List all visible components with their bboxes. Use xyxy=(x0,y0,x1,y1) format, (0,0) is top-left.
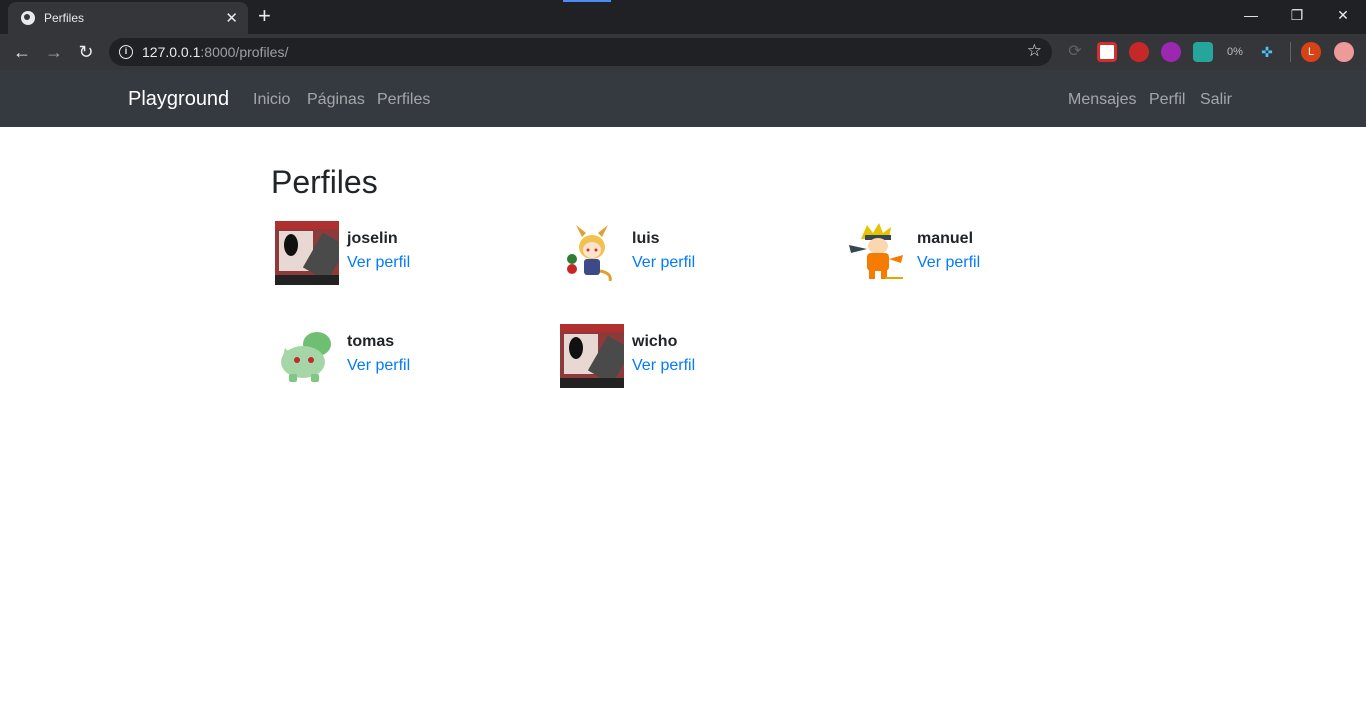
reload-button[interactable]: ↻ xyxy=(74,41,98,63)
profile-card: wicho Ver perfil xyxy=(560,324,820,388)
bookmark-star-icon[interactable]: ☆ xyxy=(1027,41,1042,61)
address-bar[interactable]: i 127.0.0.1:8000/profiles/ ☆ xyxy=(109,38,1052,66)
new-tab-button[interactable]: + xyxy=(258,5,271,27)
gamepad-extension-icon[interactable]: ✜ xyxy=(1257,42,1277,62)
avatar xyxy=(275,221,339,285)
profile-username: manuel xyxy=(917,230,974,247)
close-icon[interactable]: ✕ xyxy=(225,11,238,26)
profile-username: luis xyxy=(632,230,660,247)
profile-card: manuel Ver perfil xyxy=(845,221,1105,285)
gray-extension-icon[interactable]: 0% xyxy=(1225,42,1245,62)
avatar xyxy=(560,221,624,285)
nav-link-inicio[interactable]: Inicio xyxy=(253,91,290,109)
view-profile-link[interactable]: Ver perfil xyxy=(347,357,410,375)
profile-card: joselin Ver perfil xyxy=(275,221,535,285)
browser-tab-strip: Perfiles ✕ + — ❐ ✕ xyxy=(0,0,1366,34)
tab-title: Perfiles xyxy=(44,11,85,25)
globe-icon xyxy=(21,11,35,25)
profile-username: tomas xyxy=(347,333,395,350)
back-button[interactable]: ← xyxy=(10,41,34,63)
extension-icon[interactable] xyxy=(1097,42,1117,62)
browser-tab[interactable]: Perfiles ✕ xyxy=(8,2,248,34)
toolbar-divider xyxy=(1290,42,1291,62)
nav-link-perfil[interactable]: Perfil xyxy=(1149,91,1185,109)
minimize-button[interactable]: — xyxy=(1228,0,1274,30)
url-text: 127.0.0.1:8000/profiles/ xyxy=(142,44,289,60)
forward-button[interactable]: → xyxy=(42,41,66,63)
sync-extension-icon[interactable]: ⟳ xyxy=(1065,42,1085,62)
view-profile-link[interactable]: Ver perfil xyxy=(917,254,980,272)
page-title: Perfiles xyxy=(271,164,378,200)
pdf-extension-icon[interactable] xyxy=(1129,42,1149,62)
purple-extension-icon[interactable] xyxy=(1161,42,1181,62)
profile-username: wicho xyxy=(632,333,678,350)
browser-toolbar: ← → ↻ i 127.0.0.1:8000/profiles/ ☆ ⟳ 0% … xyxy=(0,34,1366,70)
avatar xyxy=(845,221,909,285)
green-extension-icon[interactable] xyxy=(1193,42,1213,62)
nav-link-perfiles[interactable]: Perfiles xyxy=(377,91,430,109)
view-profile-link[interactable]: Ver perfil xyxy=(347,254,410,272)
update-icon[interactable] xyxy=(1334,42,1354,62)
view-profile-link[interactable]: Ver perfil xyxy=(632,254,695,272)
avatar xyxy=(275,324,339,388)
nav-link-salir[interactable]: Salir xyxy=(1200,91,1232,109)
nav-link-paginas[interactable]: Páginas xyxy=(307,91,365,109)
profile-card: luis Ver perfil xyxy=(560,221,820,285)
profile-avatar[interactable]: L xyxy=(1301,42,1321,62)
avatar xyxy=(560,324,624,388)
profile-username: joselin xyxy=(347,230,398,247)
tab-strip-accent xyxy=(563,0,611,2)
window-close-button[interactable]: ✕ xyxy=(1320,0,1366,30)
info-icon[interactable]: i xyxy=(119,45,133,59)
profile-card: tomas Ver perfil xyxy=(275,324,535,388)
site-navbar: Playground Inicio Páginas Perfiles Mensa… xyxy=(0,70,1366,127)
restore-button[interactable]: ❐ xyxy=(1274,0,1320,30)
nav-link-mensajes[interactable]: Mensajes xyxy=(1068,91,1136,109)
view-profile-link[interactable]: Ver perfil xyxy=(632,357,695,375)
navbar-brand[interactable]: Playground xyxy=(128,88,229,111)
